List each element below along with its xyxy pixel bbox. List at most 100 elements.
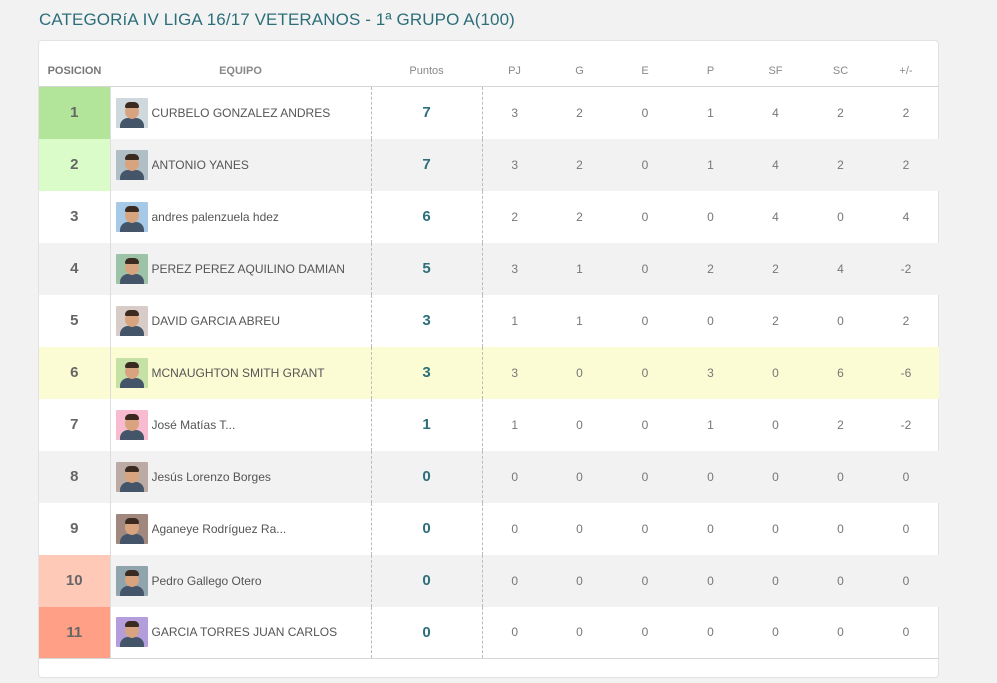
stat-cell-g: 0 (576, 521, 583, 536)
stat-cell-sc: 2 (837, 417, 844, 432)
team-cell[interactable]: DAVID GARCIA ABREU (110, 294, 372, 347)
table-row[interactable]: 5 DAVID GARCIA ABREU 3 1 1 0 0 2 0 2 (39, 294, 939, 347)
stat-cell-diff: 4 (902, 209, 910, 224)
stat-cell-sf: 0 (772, 417, 779, 432)
table-row[interactable]: 7 José Matías T... 1 1 0 0 1 0 2 -2 (39, 398, 939, 451)
team-name-link[interactable]: Pedro Gallego Otero (152, 574, 262, 588)
table-row[interactable]: 9 Aganeye Rodríguez Ra... 0 0 0 0 0 0 0 0 (39, 502, 939, 555)
stat-cell-e: 0 (641, 157, 649, 172)
team-name-link[interactable]: Aganeye Rodríguez Ra... (152, 522, 287, 536)
team-name-link[interactable]: GARCIA TORRES JUAN CARLOS (152, 625, 338, 639)
table-row[interactable]: 2 ANTONIO YANES 7 3 2 0 1 4 2 2 (39, 138, 939, 191)
stat-cell-g: 2 (576, 157, 583, 172)
team-name-link[interactable]: DAVID GARCIA ABREU (152, 314, 280, 328)
header-posicion[interactable]: POSICION (39, 55, 110, 87)
team-cell[interactable]: ANTONIO YANES (110, 138, 372, 191)
table-row[interactable]: 10 Pedro Gallego Otero 0 0 0 0 0 0 0 0 (39, 554, 939, 607)
stat-cell-sc: 6 (837, 365, 844, 380)
header-puntos[interactable]: Puntos (371, 55, 482, 87)
table-row[interactable]: 3 andres palenzuela hdez 6 2 2 0 0 4 0 4 (39, 190, 939, 243)
table-row[interactable]: 8 Jesús Lorenzo Borges 0 0 0 0 0 0 0 0 (39, 450, 939, 503)
position-cell: 8 (39, 450, 111, 503)
stat-cell-g: 0 (576, 365, 583, 380)
team-cell[interactable]: andres palenzuela hdez (110, 190, 372, 243)
stat-cell-diff: 0 (902, 521, 910, 536)
points-cell: 3 (371, 346, 483, 399)
standings-card: POSICION EQUIPO Puntos PJ G E P SF SC +/… (38, 40, 939, 678)
stat-cell-p: 3 (707, 365, 714, 380)
header-sf[interactable]: SF (743, 55, 808, 87)
stat-cell-sf: 4 (772, 105, 779, 120)
player-avatar-icon[interactable] (115, 565, 148, 596)
stat-cell-sc: 0 (837, 469, 844, 484)
stat-cell-pj: 3 (511, 261, 519, 276)
team-cell[interactable]: Pedro Gallego Otero (110, 554, 372, 607)
table-row[interactable]: 11 GARCIA TORRES JUAN CARLOS 0 0 0 0 0 0 0 0 (39, 606, 939, 659)
stat-cell-sc: 2 (837, 105, 844, 120)
stat-cell-pj: 1 (511, 417, 519, 432)
position-cell: 4 (39, 242, 111, 295)
position-cell: 9 (39, 502, 111, 555)
points-cell: 0 (371, 450, 483, 503)
points-cell: 7 (371, 138, 483, 191)
position-cell: 11 (39, 606, 111, 659)
player-avatar-icon[interactable] (115, 253, 148, 284)
team-cell[interactable]: José Matías T... (110, 398, 372, 451)
player-avatar-icon[interactable] (115, 97, 148, 128)
stat-cell-g: 1 (576, 313, 583, 328)
stat-cell-diff: -6 (900, 365, 912, 380)
team-cell[interactable]: CURBELO GONZALEZ ANDRES (110, 86, 372, 139)
team-cell[interactable]: Jesús Lorenzo Borges (110, 450, 372, 503)
team-name-link[interactable]: MCNAUGHTON SMITH GRANT (152, 366, 325, 380)
player-avatar-icon[interactable] (115, 617, 148, 648)
stat-cell-g: 2 (576, 209, 583, 224)
points-cell: 0 (371, 606, 483, 659)
team-cell[interactable]: GARCIA TORRES JUAN CARLOS (110, 606, 372, 659)
stat-cell-sc: 0 (837, 521, 844, 536)
team-cell[interactable]: MCNAUGHTON SMITH GRANT (110, 346, 372, 399)
team-name-link[interactable]: andres palenzuela hdez (152, 210, 279, 224)
table-row[interactable]: 4 PEREZ PEREZ AQUILINO DAMIAN 5 3 1 0 2 2 4 -2 (39, 242, 939, 295)
stat-cell-diff: 0 (902, 573, 910, 588)
team-name-link[interactable]: ANTONIO YANES (152, 158, 249, 172)
stat-cell-diff: -2 (900, 261, 912, 276)
stat-cell-sf: 0 (772, 365, 779, 380)
player-avatar-icon[interactable] (115, 513, 148, 544)
stat-cell-diff: 0 (902, 469, 910, 484)
stat-cell-pj: 3 (511, 105, 519, 120)
stat-cell-p: 0 (707, 313, 714, 328)
player-avatar-icon[interactable] (115, 305, 148, 336)
team-cell[interactable]: Aganeye Rodríguez Ra... (110, 502, 372, 555)
team-name-link[interactable]: PEREZ PEREZ AQUILINO DAMIAN (152, 262, 345, 276)
header-sc[interactable]: SC (808, 55, 873, 87)
header-pj[interactable]: PJ (482, 55, 547, 87)
table-row[interactable]: 1 CURBELO GONZALEZ ANDRES 7 3 2 0 1 4 2 2 (39, 86, 939, 139)
stat-cell-diff: 2 (902, 313, 910, 328)
header-g[interactable]: G (547, 55, 612, 87)
stat-cell-e: 0 (641, 105, 649, 120)
stat-cell-g: 2 (576, 105, 583, 120)
header-diff[interactable]: +/- (873, 55, 939, 87)
player-avatar-icon[interactable] (115, 357, 148, 388)
header-e[interactable]: E (612, 55, 678, 87)
team-cell[interactable]: PEREZ PEREZ AQUILINO DAMIAN (110, 242, 372, 295)
team-name-link[interactable]: José Matías T... (152, 418, 236, 432)
stat-cell-p: 0 (707, 209, 714, 224)
header-equipo[interactable]: EQUIPO (110, 55, 371, 87)
stat-cell-g: 0 (576, 573, 583, 588)
team-name-link[interactable]: CURBELO GONZALEZ ANDRES (152, 106, 331, 120)
player-avatar-icon[interactable] (115, 149, 148, 180)
points-cell: 0 (371, 502, 483, 555)
player-avatar-icon[interactable] (115, 461, 148, 492)
player-avatar-icon[interactable] (115, 201, 148, 232)
player-avatar-icon[interactable] (115, 409, 148, 440)
team-name-link[interactable]: Jesús Lorenzo Borges (152, 470, 271, 484)
stat-cell-p: 0 (707, 521, 714, 536)
header-p[interactable]: P (678, 55, 743, 87)
stat-cell-p: 2 (707, 261, 714, 276)
stat-cell-diff: 2 (902, 105, 910, 120)
stat-cell-e: 0 (612, 606, 678, 659)
table-row[interactable]: 6 MCNAUGHTON SMITH GRANT 3 3 0 0 3 0 6 -6 (39, 346, 939, 399)
position-cell: 3 (39, 190, 111, 243)
stat-cell-p: 1 (707, 105, 714, 120)
